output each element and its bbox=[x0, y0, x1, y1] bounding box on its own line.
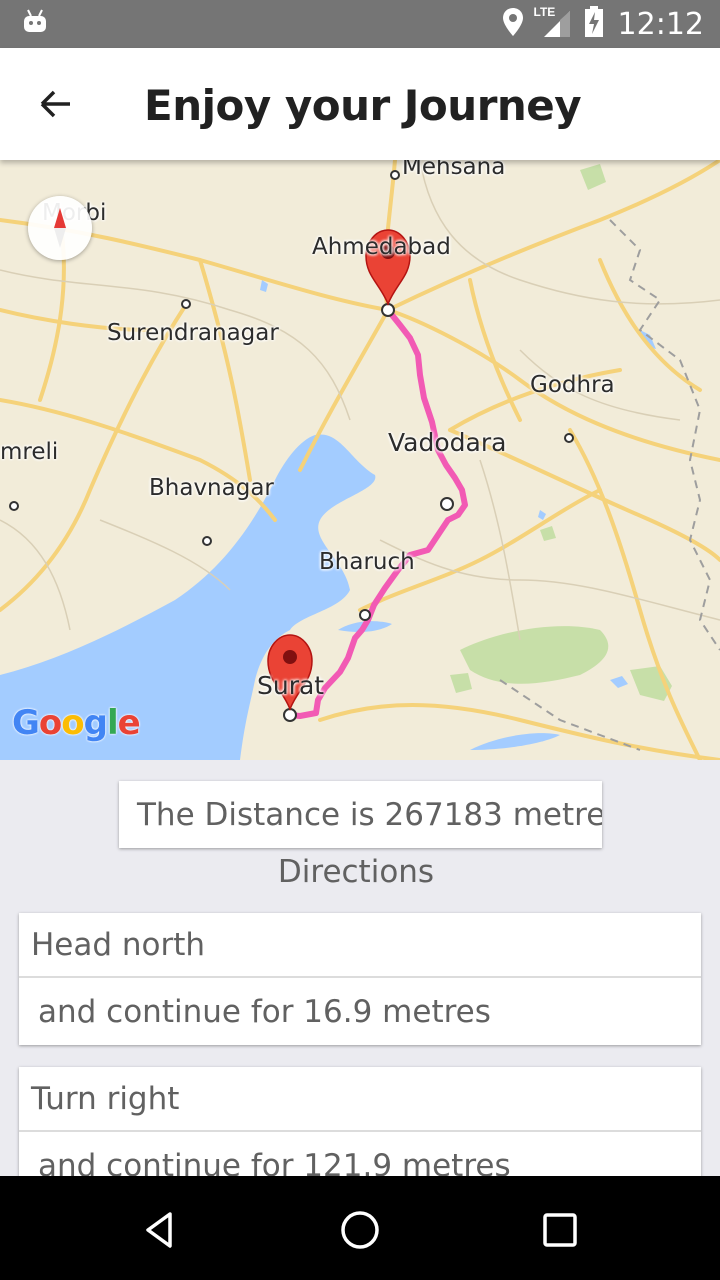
map-label-bharuch: Bharuch bbox=[319, 549, 415, 575]
route-map[interactable]: Mehsana Morbi Ahmedabad Surendranagar Go… bbox=[0, 160, 720, 760]
system-nav-bar bbox=[0, 1184, 720, 1280]
directions-heading: Directions bbox=[277, 854, 435, 890]
android-icon bbox=[22, 8, 48, 39]
direction-step[interactable]: Head north and continue for 16.9 metres bbox=[19, 913, 701, 1045]
compass-icon bbox=[28, 208, 92, 264]
lte-signal-icon: LTE bbox=[534, 5, 572, 39]
back-button[interactable] bbox=[32, 82, 80, 130]
battery-charging-icon bbox=[584, 5, 604, 43]
map-label-surendranagar: Surendranagar bbox=[107, 320, 279, 346]
step-instruction: Head north bbox=[19, 913, 701, 978]
map-label-amreli: mreli bbox=[0, 439, 59, 465]
nav-home-button[interactable] bbox=[336, 1208, 384, 1256]
step-instruction: Turn right bbox=[19, 1067, 701, 1132]
google-logo: Google bbox=[12, 703, 141, 743]
network-label: LTE bbox=[533, 5, 556, 19]
arrow-back-icon bbox=[38, 89, 74, 124]
nav-back-button[interactable] bbox=[136, 1208, 184, 1256]
clock: 12:12 bbox=[617, 6, 704, 42]
map-label-surat: Surat bbox=[257, 671, 325, 700]
map-label-bhavnagar: Bhavnagar bbox=[149, 475, 274, 501]
map-label-ahmedabad: Ahmedabad bbox=[312, 234, 451, 260]
map-label-godhra: Godhra bbox=[530, 372, 615, 398]
page-title: Enjoy your Journey bbox=[144, 81, 582, 130]
compass-button[interactable] bbox=[28, 196, 92, 260]
home-circle-icon bbox=[339, 1209, 381, 1256]
nav-recents-button[interactable] bbox=[536, 1208, 584, 1256]
status-bar: LTE 12:12 bbox=[0, 0, 720, 48]
step-distance: and continue for 16.9 metres bbox=[38, 993, 491, 1030]
step-distance: and continue for 121.9 metres bbox=[38, 1147, 511, 1177]
back-triangle-icon bbox=[140, 1210, 180, 1255]
map-label-mehsana: Mehsana bbox=[402, 160, 506, 180]
directions-panel[interactable]: The Distance is 267183 metres Directions… bbox=[0, 760, 720, 1176]
recents-square-icon bbox=[541, 1211, 579, 1254]
location-icon bbox=[502, 7, 524, 42]
app-bar: Enjoy your Journey bbox=[0, 48, 720, 160]
distance-summary: The Distance is 267183 metres bbox=[119, 781, 602, 848]
direction-step[interactable]: Turn right and continue for 121.9 metres bbox=[19, 1067, 701, 1176]
map-label-vadodara: Vadodara bbox=[388, 428, 507, 457]
